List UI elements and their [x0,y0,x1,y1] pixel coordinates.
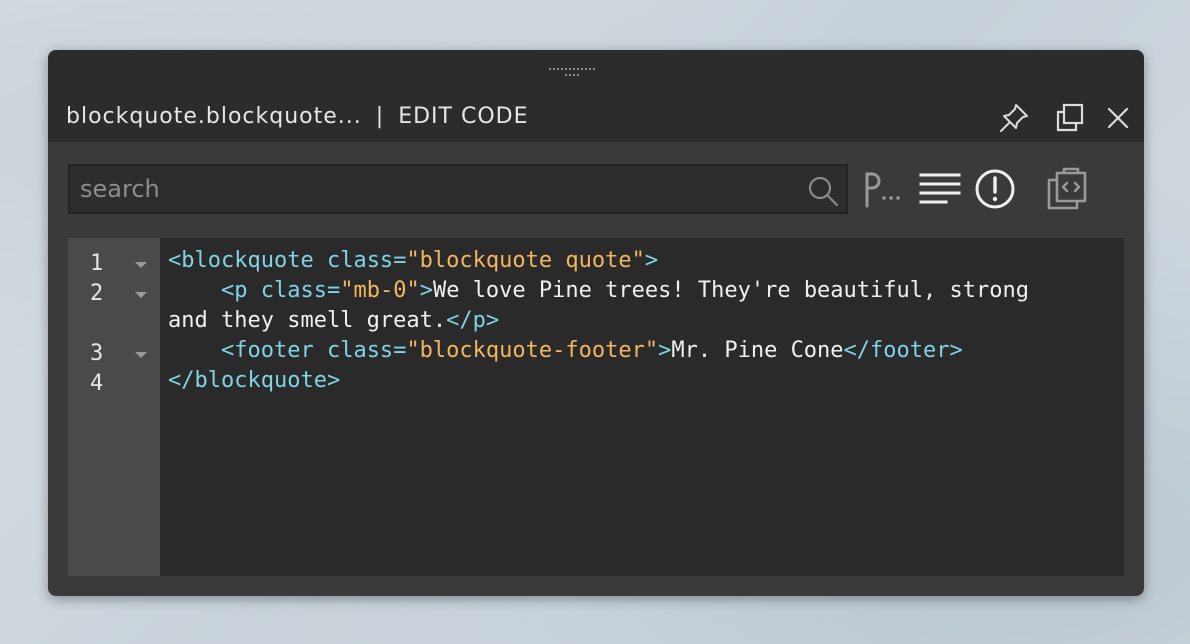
fold-arrow-icon[interactable] [135,292,147,298]
code-token: </p> [446,308,500,333]
fold-arrow-icon[interactable] [135,262,147,268]
code-token: "blockquote-footer" [406,338,659,363]
line-number: 3 [90,339,150,369]
code-token: "blockquote quote" [406,248,645,273]
lint-warnings-button[interactable] [972,164,1018,214]
code-token: Mr. Pine Cone [671,338,844,363]
line-number: 4 [90,371,104,396]
restore-window-icon[interactable] [1054,102,1086,134]
code-token: "mb-0" [340,278,420,303]
search-icon[interactable] [806,174,840,208]
code-token: We love Pine trees! They're beautiful, s… [432,278,1029,303]
paragraph-icon [865,172,900,208]
wrap-lines-icon [919,173,961,204]
code-token: = [393,248,407,273]
code-content[interactable]: <blockquote class="blockquote quote"> <p… [168,246,1118,396]
close-icon[interactable] [1102,102,1134,134]
code-token: > [658,338,672,363]
code-token: > [419,278,433,303]
code-token: </footer> [843,338,963,363]
code-line[interactable]: </blockquote> [168,366,1118,396]
search-field[interactable] [68,164,848,214]
code-line[interactable]: <footer class="blockquote-footer">Mr. Pi… [168,336,1118,366]
search-input[interactable] [80,174,780,204]
line-number: 1 [90,249,150,279]
mode-label: EDIT CODE [398,104,529,129]
title-bar[interactable]: blockquote.blockquote... | EDIT CODE [48,50,1144,142]
line-number: 2 [90,279,150,309]
code-editor[interactable]: 1 2 3 4 <blockquote class="blockquote qu… [68,238,1124,576]
code-token: <blockquote [168,248,314,273]
code-line[interactable]: and they smell great.</p> [168,306,1118,336]
title-separator: | [375,104,385,129]
code-clipboard-icon [1047,167,1087,210]
paragraph-tag-button[interactable] [862,164,906,214]
search-toolbar-row [68,164,1128,214]
code-token: > [644,248,659,273]
warning-icon [975,169,1015,209]
fold-arrow-icon[interactable] [135,352,147,358]
selector-label: blockquote.blockquote... [66,104,362,129]
code-token: class [326,338,394,363]
code-line[interactable]: <blockquote class="blockquote quote"> [168,246,1118,276]
line-number-gutter: 1 2 3 4 [68,238,160,576]
drag-handle-icon[interactable] [548,68,596,78]
code-token: </blockquote> [168,368,341,393]
code-token: = [393,338,407,363]
pin-icon[interactable] [998,102,1030,134]
window-title: blockquote.blockquote... | EDIT CODE [66,104,528,129]
code-token: = [326,278,341,303]
code-token: class [326,248,394,273]
code-token: <footer [220,338,314,363]
code-token: <p [220,278,248,303]
copy-code-button[interactable] [1044,164,1090,214]
wrap-lines-button[interactable] [918,164,962,214]
code-line[interactable]: <p class="mb-0">We love Pine trees! They… [168,276,1118,306]
code-token: class [260,278,327,303]
code-token: and they smell great. [168,308,447,333]
code-editor-panel: blockquote.blockquote... | EDIT CODE sea… [48,50,1144,596]
